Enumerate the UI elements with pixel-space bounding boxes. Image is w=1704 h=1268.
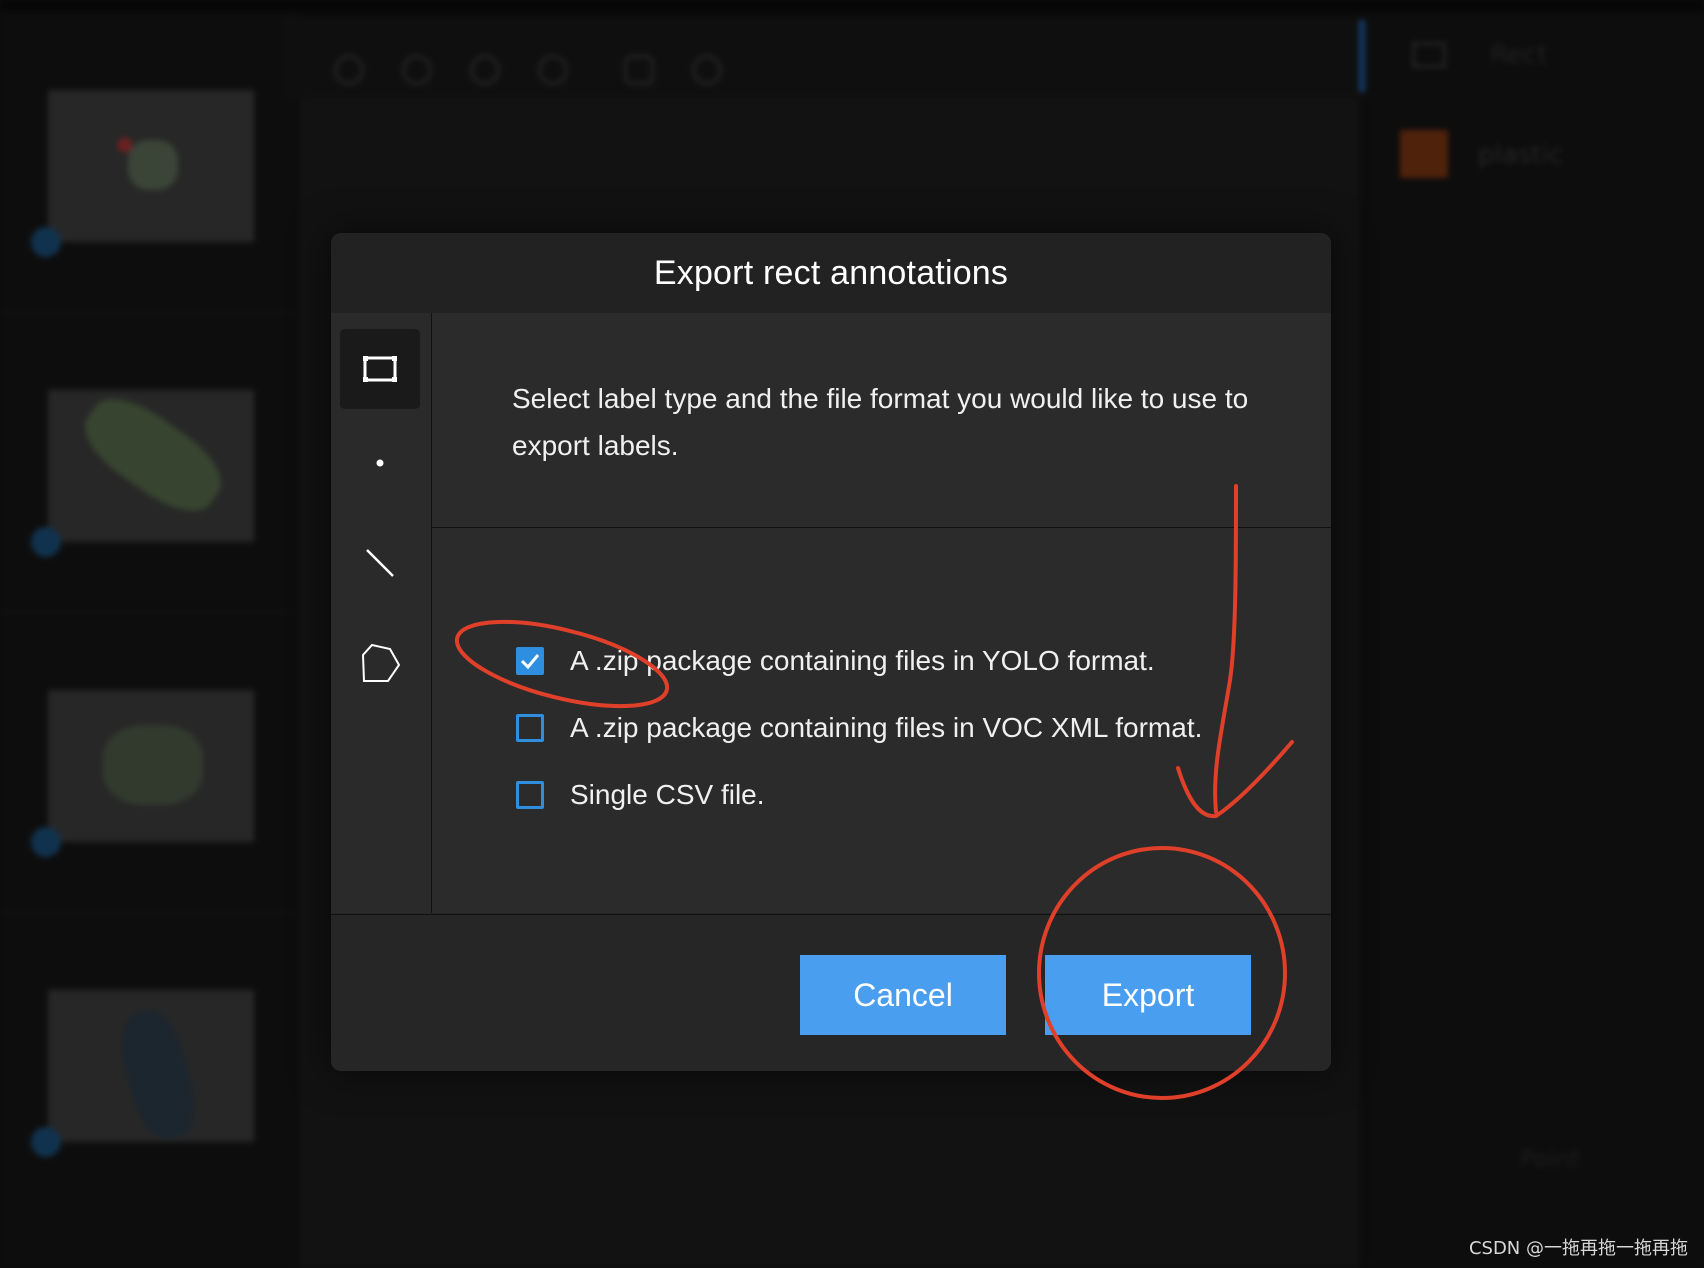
label-type-selector (331, 313, 432, 913)
csv-checkbox[interactable] (516, 781, 544, 809)
option-csv[interactable]: Single CSV file. (516, 775, 765, 815)
export-button[interactable]: Export (1045, 955, 1251, 1035)
polygon-icon (361, 643, 401, 682)
dialog-title: Export rect annotations (653, 253, 1009, 292)
description-area: Select label type and the file format yo… (432, 313, 1331, 528)
line-icon (366, 549, 394, 577)
label-type-polygon[interactable] (340, 623, 420, 703)
dialog-description: Select label type and the file format yo… (512, 383, 1249, 461)
yolo-checkbox[interactable] (516, 647, 544, 675)
label-type-rect[interactable] (340, 329, 420, 409)
voc-xml-checkbox[interactable] (516, 714, 544, 742)
checkmark-icon (520, 654, 540, 669)
option-voc-xml[interactable]: A .zip package containing files in VOC X… (516, 708, 1202, 748)
dialog-body: Select label type and the file format yo… (331, 313, 1331, 913)
dialog-header: Export rect annotations (331, 233, 1331, 313)
option-yolo[interactable]: A .zip package containing files in YOLO … (516, 641, 1155, 681)
dialog-footer: Cancel Export (331, 914, 1331, 1071)
watermark: CSDN @一拖再拖一拖再拖 (1468, 1238, 1688, 1259)
option-label: A .zip package containing files in YOLO … (570, 645, 1155, 676)
rect-icon (363, 356, 397, 382)
format-options: A .zip package containing files in YOLO … (432, 528, 1331, 913)
export-dialog: Export rect annotations Select label typ… (331, 233, 1331, 1071)
label-type-point[interactable] (340, 423, 420, 503)
label-type-line[interactable] (340, 523, 420, 603)
cancel-button[interactable]: Cancel (800, 955, 1006, 1035)
option-label: A .zip package containing files in VOC X… (570, 712, 1203, 743)
point-icon (376, 459, 384, 467)
export-options-content: Select label type and the file format yo… (432, 313, 1331, 913)
option-label: Single CSV file. (570, 779, 765, 810)
